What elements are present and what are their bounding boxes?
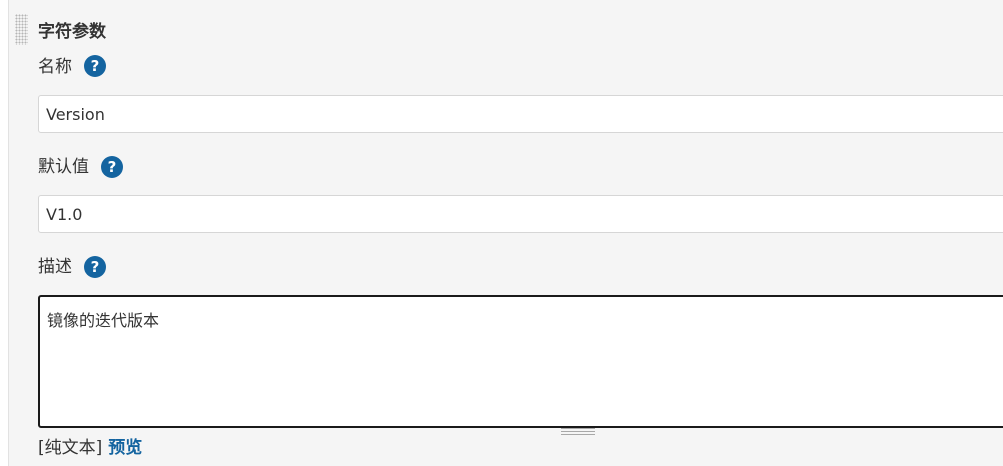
name-label: 名称 <box>38 57 72 77</box>
section-title: 字符参数 <box>38 22 106 42</box>
name-help-icon[interactable]: ? <box>84 55 106 77</box>
textarea-resize-handle[interactable] <box>561 428 595 435</box>
default-value-input[interactable] <box>38 195 1003 233</box>
format-footer: [纯文本] 预览 <box>38 436 142 460</box>
preview-link[interactable]: 预览 <box>108 438 142 458</box>
description-label: 描述 <box>38 257 72 277</box>
name-input[interactable] <box>38 95 1003 133</box>
default-value-help-icon[interactable]: ? <box>101 156 123 178</box>
description-help-icon[interactable]: ? <box>84 256 106 278</box>
default-value-label: 默认值 <box>38 157 89 177</box>
rail-divider <box>8 0 9 466</box>
left-rail <box>0 0 8 466</box>
description-textarea[interactable]: 镜像的迭代版本 <box>38 295 1003 428</box>
drag-handle-icon[interactable] <box>15 14 28 45</box>
plain-text-label: [纯文本] <box>38 438 103 458</box>
